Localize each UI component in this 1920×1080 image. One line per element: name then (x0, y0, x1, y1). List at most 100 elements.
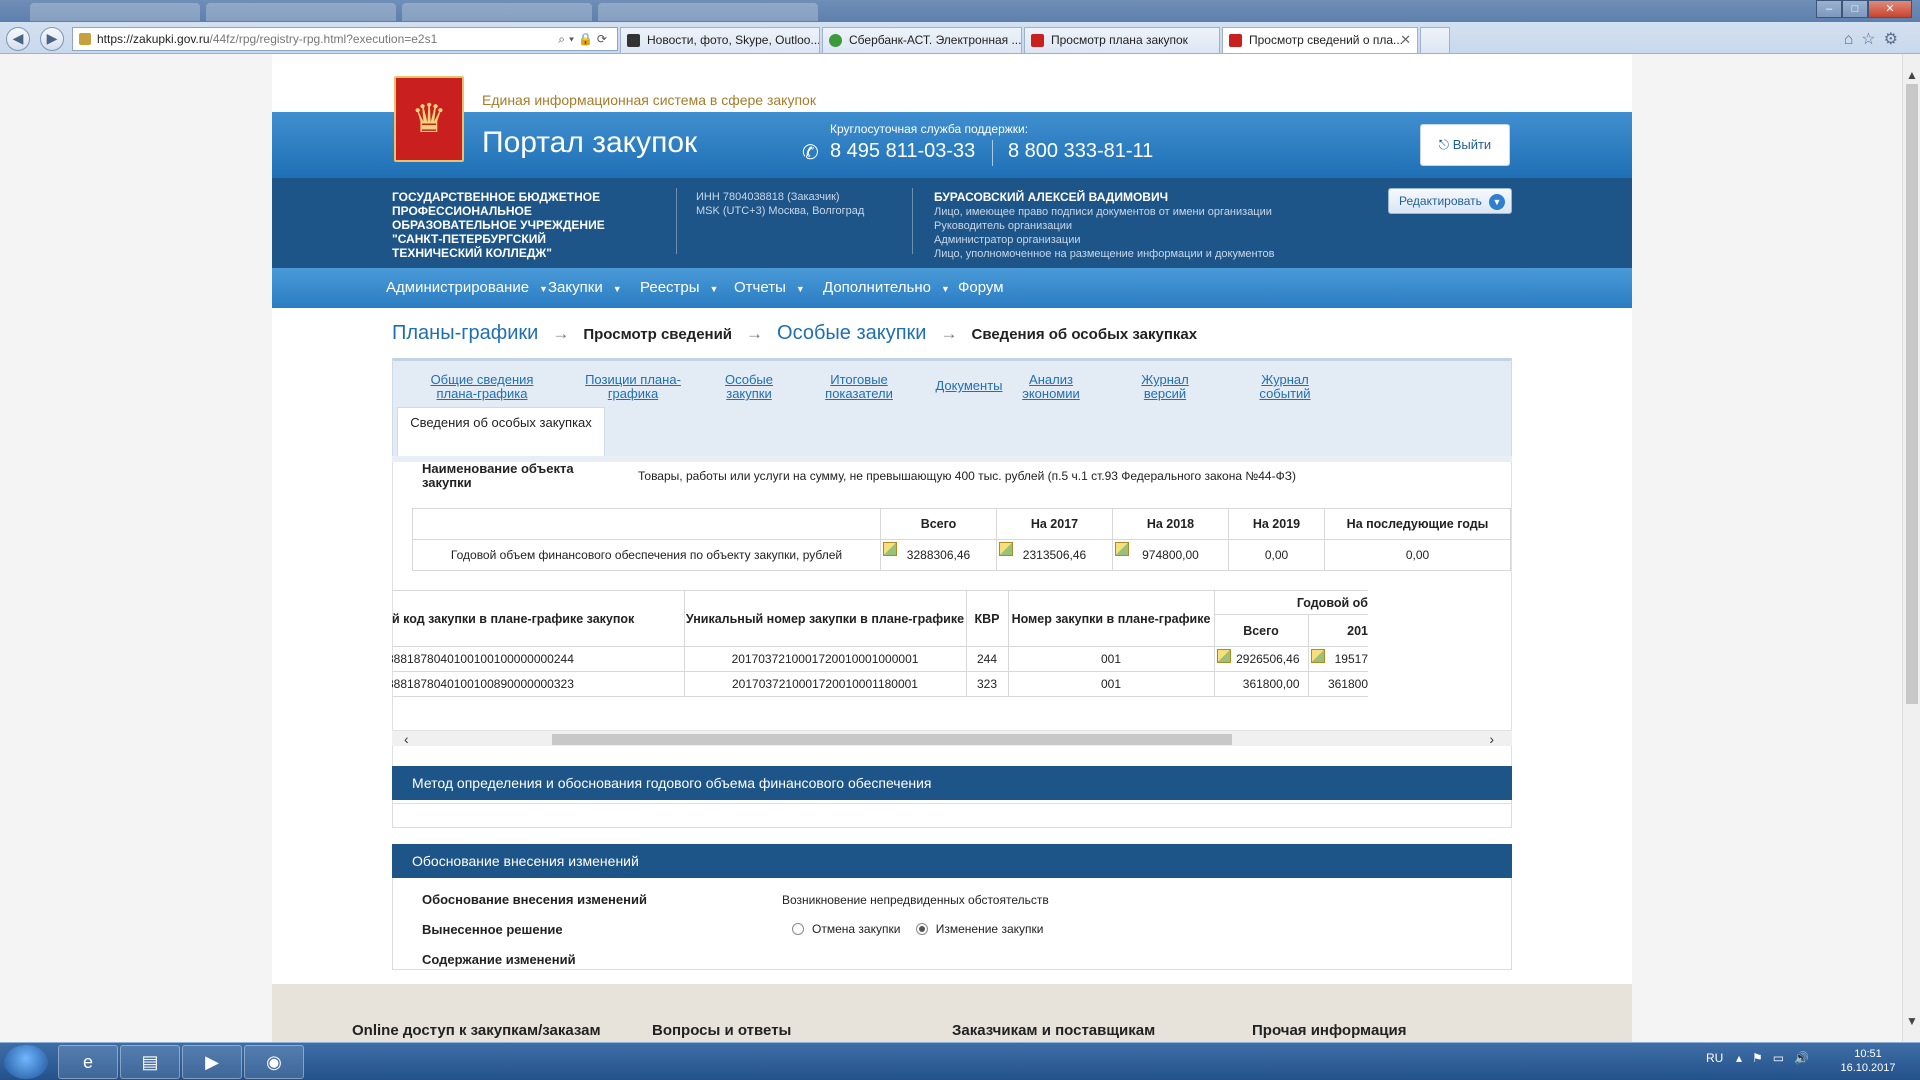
tab-positions[interactable]: Позиции плана-графика (583, 373, 683, 401)
scrollbar-thumb[interactable] (1906, 84, 1918, 704)
pencil-edit-icon[interactable] (999, 542, 1013, 556)
menu-item-administration[interactable]: Администрирование ▼ (386, 268, 548, 308)
scroll-down-icon[interactable]: ▼ (1906, 1014, 1918, 1028)
pencil-edit-icon[interactable] (883, 542, 897, 556)
pencil-edit-icon[interactable] (1115, 542, 1129, 556)
address-bar[interactable]: https://zakupki.gov.ru/44fz/rpg/registry… (72, 27, 618, 51)
cell-total: 2926506,46 (1213, 646, 1309, 672)
decision-label: Вынесенное решение (422, 922, 563, 937)
header-2019: На 2019 (1228, 508, 1325, 540)
browser-tab-label: Новости, фото, Skype, Outloo... (647, 33, 820, 47)
browser-tab-label: Сбербанк-АСТ. Электронная ... (849, 33, 1022, 47)
table-row: Годовой объем финансового обеспечения по… (412, 539, 1511, 571)
tab-general-info[interactable]: Общие сведения плана-графика (417, 373, 547, 401)
chrome-icon[interactable]: ◉ (244, 1045, 304, 1079)
side-margin (0, 54, 272, 1042)
forward-button[interactable]: ▶ (40, 27, 64, 51)
logout-icon: ⎋ (1438, 137, 1453, 152)
emblem-logo[interactable]: ♛ (394, 76, 464, 162)
row-label: Годовой объем финансового обеспечения по… (412, 539, 881, 571)
background-tab[interactable] (402, 3, 592, 21)
tab-version-log[interactable]: Журнал версий (1129, 373, 1201, 401)
table-header-row: й код закупки в плане-графике закупок Ун… (392, 590, 1368, 647)
pencil-edit-icon[interactable] (1310, 649, 1325, 663)
window-close-button[interactable]: ✕ (1868, 0, 1912, 18)
radio-change[interactable]: Изменение закупки (915, 922, 1043, 936)
tab-documents[interactable]: Документы (929, 379, 1009, 393)
menu-item-purchases[interactable]: Закупки ▼ (548, 268, 622, 308)
background-tab[interactable] (30, 3, 200, 21)
edit-label: Редактировать (1399, 194, 1482, 208)
header-2018: На 2018 (1112, 508, 1229, 540)
header-2017: На 2017 (996, 508, 1113, 540)
breadcrumb-plans[interactable]: Планы-графики (392, 322, 538, 344)
horizontal-scrollbar[interactable]: ‹ › (392, 730, 1512, 747)
cell-2017: 19517 (1307, 646, 1368, 672)
edit-profile-button[interactable]: Редактировать ▼ (1388, 188, 1512, 214)
scroll-left-icon[interactable]: ‹ (404, 731, 409, 747)
scroll-right-icon[interactable]: › (1489, 731, 1494, 747)
caret-down-icon: ▼ (795, 284, 805, 294)
media-player-icon[interactable]: ▶ (182, 1045, 242, 1079)
tab-special-details-active[interactable]: Сведения об особых закупках (397, 407, 605, 459)
language-indicator[interactable]: RU (1706, 1051, 1723, 1065)
breadcrumb-special[interactable]: Особые закупки (777, 322, 926, 344)
scroll-up-icon[interactable]: ▲ (1906, 68, 1918, 82)
clock[interactable]: 10:51 16.10.2017 (1828, 1047, 1908, 1075)
tab-close-icon[interactable]: ✕ (1400, 28, 1411, 52)
tab-totals[interactable]: Итоговые показатели (817, 373, 901, 401)
menu-item-forum[interactable]: Форум (958, 268, 1004, 308)
pencil-edit-icon[interactable] (1216, 649, 1231, 663)
tab-special-purchases[interactable]: Особые закупки (713, 373, 785, 401)
method-section-header[interactable]: Метод определения и обоснования годового… (392, 766, 1512, 800)
cell-total: 3288306,46 (880, 539, 997, 571)
background-tab[interactable] (206, 3, 396, 21)
browser-tab[interactable]: Новости, фото, Skype, Outloo... (620, 27, 820, 53)
ie-icon[interactable]: e (58, 1045, 118, 1079)
browser-tab[interactable]: Сбербанк-АСТ. Электронная ... (822, 27, 1022, 53)
tab-savings-analysis[interactable]: Анализ экономии (1011, 373, 1091, 401)
address-tools-icons[interactable]: ⌕▾🔒⟳ (558, 28, 611, 50)
radio-icon[interactable] (792, 923, 804, 935)
tab-favicon (1229, 34, 1242, 47)
footer-heading[interactable]: Online доступ к закупкам/заказам (352, 1022, 601, 1039)
scrollbar-thumb[interactable] (552, 734, 1232, 745)
page-viewport: ♛ Единая информационная система в сфере … (0, 54, 1902, 1042)
menu-label: Закупки (548, 279, 603, 296)
tray-icons[interactable]: ▴⚑▭🔊 (1736, 1051, 1819, 1065)
url-rest: /44fz/rpg/registry-rpg.html?execution=e2… (209, 32, 438, 46)
vertical-scrollbar[interactable]: ▲ ▼ (1902, 54, 1920, 1042)
content-changes-label: Содержание изменений (422, 952, 576, 967)
start-button[interactable] (4, 1045, 48, 1079)
folder-icon[interactable]: ▤ (120, 1045, 180, 1079)
menu-item-registries[interactable]: Реестры ▼ (640, 268, 718, 308)
new-tab-button[interactable] (1420, 27, 1450, 53)
breadcrumb-current: Сведения об особых закупках (971, 326, 1198, 343)
changes-section-header[interactable]: Обоснование внесения изменений (392, 844, 1512, 878)
positions-table: й код закупки в плане-графике закупок Ун… (392, 590, 1368, 697)
portal-title[interactable]: Портал закупок (482, 126, 697, 160)
user-role: Руководитель организации (934, 220, 1073, 232)
menu-label: Форум (958, 279, 1004, 296)
support-phone-1: 8 495 811-03-33 (830, 140, 976, 162)
background-tab[interactable] (598, 3, 818, 21)
logout-button[interactable]: ⎋ Выйти (1420, 124, 1510, 166)
browser-tab[interactable]: Просмотр плана закупок (1024, 27, 1220, 53)
footer-heading[interactable]: Вопросы и ответы (652, 1022, 791, 1039)
back-button[interactable]: ◀ (6, 27, 30, 51)
home-star-gear-icons[interactable]: ⌂☆⚙ (1844, 29, 1906, 49)
maximize-button[interactable]: □ (1842, 0, 1868, 18)
divider (912, 188, 913, 254)
minimize-button[interactable]: – (1816, 0, 1842, 18)
menu-item-additional[interactable]: Дополнительно ▼ (823, 268, 950, 308)
footer-heading[interactable]: Заказчикам и поставщикам (952, 1022, 1155, 1039)
menu-item-reports[interactable]: Отчеты ▼ (734, 268, 805, 308)
cell-later-years: 0,00 (1324, 539, 1511, 571)
footer-heading[interactable]: Прочая информация (1252, 1022, 1406, 1039)
tab-event-log[interactable]: Журнал событий (1249, 373, 1321, 401)
radio-checked-icon[interactable] (915, 923, 928, 935)
radio-cancel[interactable]: Отмена закупки (792, 922, 900, 936)
user-role: Администратор организации (934, 234, 1081, 246)
browser-tab-active[interactable]: Просмотр сведений о пла... ✕ (1222, 27, 1418, 53)
decision-radio-group: Отмена закупки Изменение закупки (792, 922, 1043, 936)
